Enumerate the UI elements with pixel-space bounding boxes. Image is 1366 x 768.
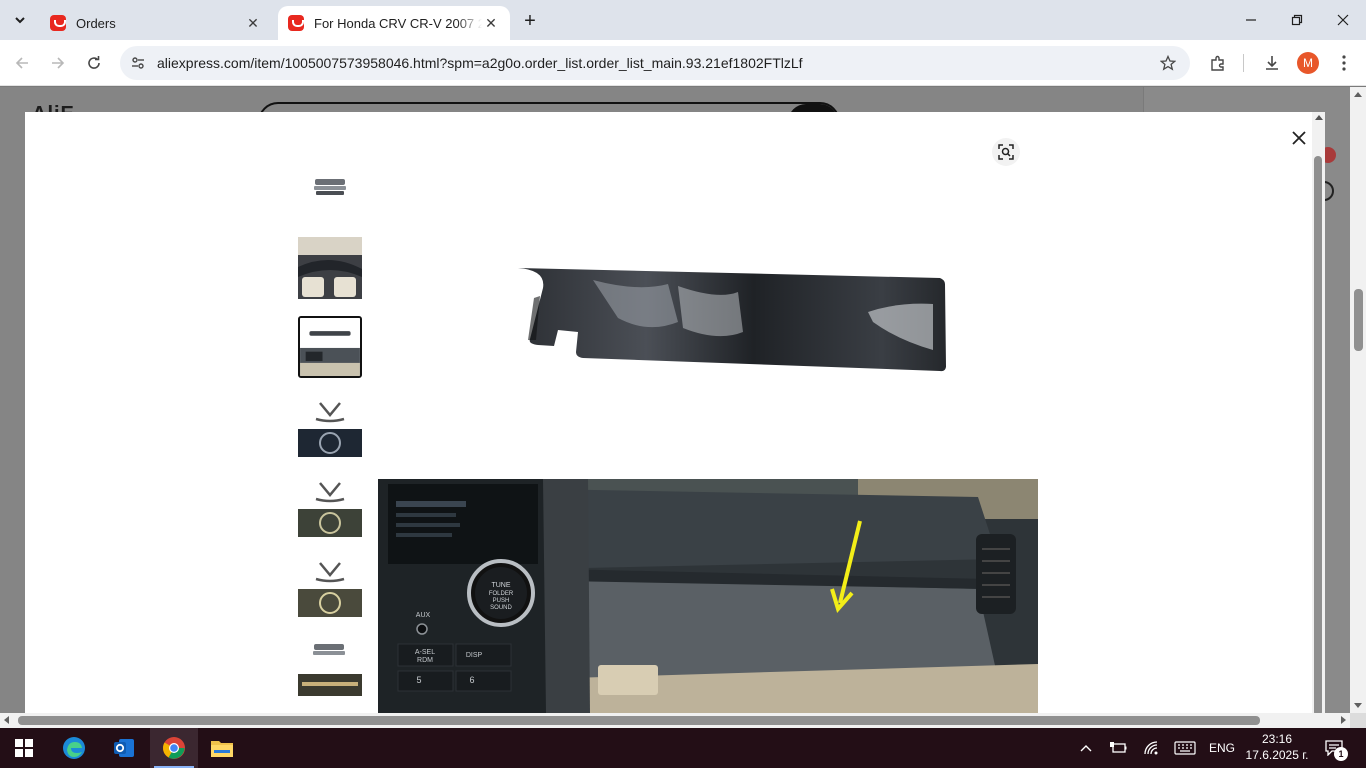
windows-taskbar: ENG 23:16 17.6.2025 г. 1 (0, 728, 1366, 768)
thumbnail-2[interactable] (298, 237, 362, 299)
tab-close-icon[interactable]: ✕ (482, 14, 500, 32)
tab-title: For Honda CRV CR-V 2007 2008 (314, 15, 482, 31)
viewer-scroll-thumb[interactable] (1314, 156, 1322, 713)
aux-label: AUX (416, 612, 431, 619)
reload-button[interactable] (80, 49, 108, 77)
disp-label: DISP (466, 652, 483, 659)
page-hscroll-thumb[interactable] (18, 716, 1260, 725)
thumbnail-1[interactable] (298, 157, 362, 219)
wifi-icon (1144, 741, 1158, 755)
address-bar[interactable]: aliexpress.com/item/1005007573958046.htm… (120, 46, 1190, 80)
chevron-down-icon (15, 17, 25, 24)
page-horizontal-scrollbar[interactable] (0, 713, 1350, 728)
clock-time: 23:16 (1261, 732, 1293, 746)
aliexpress-favicon-icon (288, 15, 304, 31)
close-icon (1292, 131, 1306, 145)
more-vertical-icon (1342, 55, 1346, 71)
thumbnail-3[interactable] (298, 316, 362, 378)
new-tab-button[interactable]: + (518, 9, 542, 33)
svg-text:A-SEL: A-SEL (415, 649, 435, 656)
tab-title: Orders (76, 15, 116, 31)
button-5-label: 5 (416, 675, 421, 685)
scroll-up-arrow-icon[interactable] (1315, 115, 1323, 120)
tab-search-button[interactable] (6, 8, 34, 32)
svg-text:PUSH: PUSH (493, 598, 510, 604)
taskbar-chrome[interactable] (150, 728, 198, 768)
tray-keyboard[interactable] (1172, 728, 1198, 768)
page-scroll-thumb[interactable] (1354, 289, 1363, 351)
taskbar-edge[interactable] (50, 728, 98, 768)
close-viewer-button[interactable] (1284, 123, 1314, 153)
download-icon (1266, 56, 1278, 70)
tray-language[interactable]: ENG (1206, 728, 1238, 768)
windows-logo-icon (15, 739, 33, 757)
profile-avatar[interactable]: M (1297, 52, 1319, 74)
thumbnail-4[interactable] (298, 395, 362, 457)
aliexpress-favicon-icon (50, 15, 66, 31)
bookmark-star-icon[interactable] (1158, 53, 1178, 73)
close-icon (1337, 14, 1349, 26)
tray-clock[interactable]: 23:16 17.6.2025 г. (1236, 731, 1318, 763)
restore-icon (1291, 14, 1303, 26)
scroll-left-arrow-icon[interactable] (4, 716, 9, 724)
tray-expand-button[interactable] (1074, 728, 1098, 768)
arrow-left-icon (15, 57, 28, 69)
thumbnail-6[interactable] (298, 555, 362, 617)
battery-icon (1110, 742, 1127, 753)
scroll-up-arrow-icon[interactable] (1354, 92, 1362, 97)
edge-icon (63, 737, 85, 759)
tab-product[interactable]: For Honda CRV CR-V 2007 2008 ✕ (278, 6, 510, 40)
back-button[interactable] (8, 49, 36, 77)
downloads-button[interactable] (1258, 49, 1286, 77)
browser-toolbar: aliexpress.com/item/1005007573958046.htm… (0, 40, 1366, 86)
start-button[interactable] (0, 728, 48, 768)
extensions-button[interactable] (1204, 49, 1232, 77)
image-viewer-modal: TUNE FOLDER PUSH SOUND AUX A-SEL RDM DIS… (25, 112, 1325, 713)
close-window-button[interactable] (1320, 0, 1366, 40)
chevron-up-icon (1080, 745, 1092, 752)
puzzle-icon (1211, 55, 1224, 71)
scroll-down-arrow-icon[interactable] (1354, 703, 1362, 708)
site-info-icon[interactable] (128, 53, 148, 73)
page-content: AliE (0, 87, 1350, 713)
clock-date: 17.6.2025 г. (1245, 748, 1309, 762)
keyboard-icon (1174, 741, 1196, 755)
thumbnail-5[interactable] (298, 475, 362, 537)
tab-close-icon[interactable]: ✕ (244, 14, 262, 32)
page-vertical-scrollbar[interactable] (1350, 87, 1366, 713)
taskbar-outlook[interactable] (100, 728, 148, 768)
image-search-icon (998, 144, 1014, 160)
notification-count-badge: 1 (1334, 747, 1348, 761)
product-image-dashboard: TUNE FOLDER PUSH SOUND AUX A-SEL RDM DIS… (378, 479, 1038, 713)
thumbnail-7[interactable] (298, 634, 362, 696)
scroll-right-arrow-icon[interactable] (1341, 716, 1346, 724)
radio-knob-label: TUNE (491, 582, 510, 589)
arrow-right-icon (52, 57, 65, 69)
forward-button[interactable] (44, 49, 72, 77)
tray-network[interactable] (1140, 728, 1164, 768)
reload-icon (88, 56, 100, 69)
folder-icon (211, 741, 233, 757)
toolbar-separator (1243, 54, 1244, 72)
menu-button[interactable] (1330, 49, 1358, 77)
svg-text:FOLDER: FOLDER (489, 591, 514, 597)
viewer-scrollbar[interactable] (1312, 112, 1325, 713)
svg-text:SOUND: SOUND (490, 605, 512, 611)
minimize-icon (1246, 19, 1256, 21)
outlook-icon (114, 739, 134, 757)
tab-strip: Orders ✕ For Honda CRV CR-V 2007 2008 ✕ … (0, 0, 1366, 40)
button-6-label: 6 (469, 675, 474, 685)
image-search-button[interactable] (992, 138, 1020, 166)
tab-orders[interactable]: Orders ✕ (40, 6, 272, 40)
restore-button[interactable] (1274, 0, 1320, 40)
tray-battery[interactable] (1106, 728, 1130, 768)
minimize-button[interactable] (1228, 0, 1274, 40)
url-text[interactable]: aliexpress.com/item/1005007573958046.htm… (157, 55, 803, 71)
product-image-trim (378, 222, 1038, 502)
taskbar-file-explorer[interactable] (198, 728, 246, 768)
chrome-icon (163, 737, 185, 759)
scrollbar-corner (1350, 713, 1366, 728)
svg-text:RDM: RDM (417, 657, 433, 664)
